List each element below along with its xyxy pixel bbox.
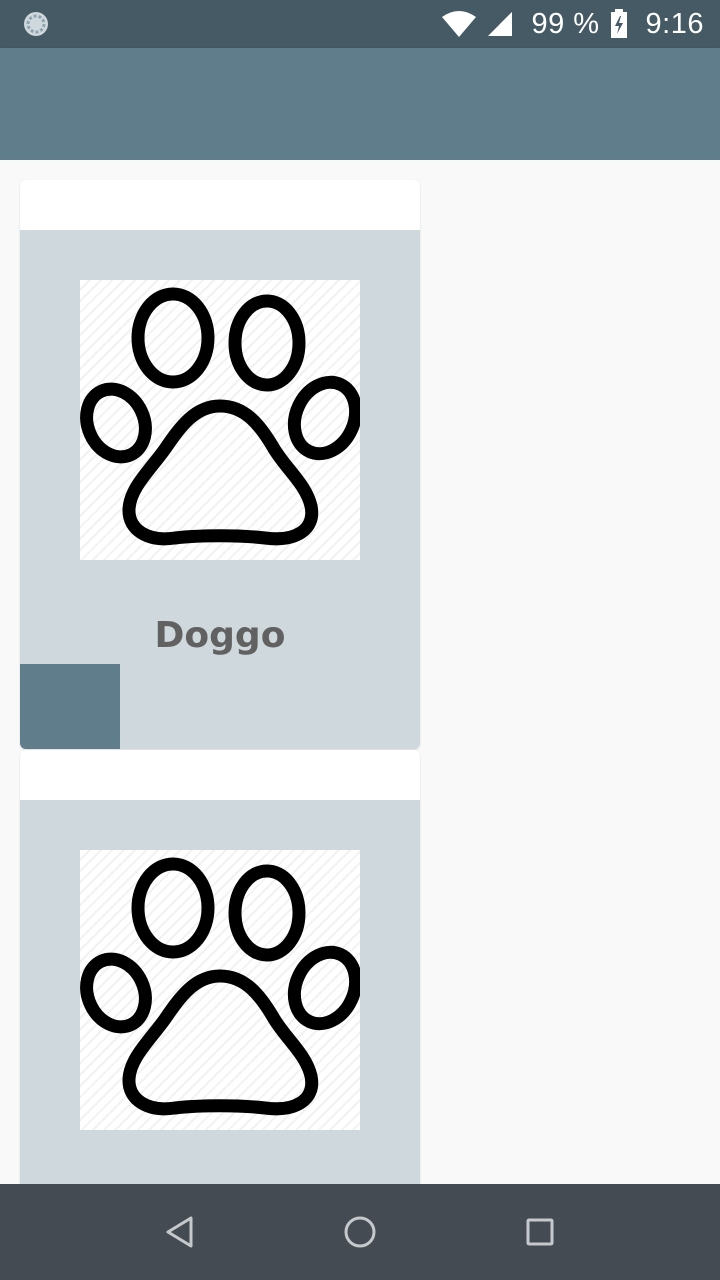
- card-image: [80, 850, 360, 1130]
- home-circle-icon: [344, 1216, 376, 1248]
- card-list[interactable]: Doggo: [0, 160, 720, 1184]
- back-button[interactable]: [160, 1212, 200, 1252]
- paw-print-icon: [80, 287, 360, 546]
- status-indicators: 99 % 9:16: [441, 0, 704, 48]
- home-button[interactable]: [340, 1212, 380, 1252]
- loading-spinner-icon: [22, 10, 50, 38]
- clock: 9:16: [645, 7, 704, 40]
- battery-percent: 99 %: [531, 7, 600, 40]
- signal-icon: [487, 11, 513, 37]
- battery-charging-icon: [610, 9, 628, 39]
- recents-square-icon: [526, 1218, 554, 1246]
- pet-card[interactable]: [20, 750, 420, 1184]
- card-header: [20, 750, 420, 800]
- card-title: Doggo: [154, 615, 286, 656]
- app-bar: [0, 48, 720, 160]
- navigation-bar: [0, 1184, 720, 1280]
- status-bar: 99 % 9:16: [0, 0, 720, 48]
- card-header: [20, 180, 420, 230]
- back-triangle-icon: [166, 1216, 193, 1248]
- pet-card[interactable]: Doggo: [20, 180, 420, 749]
- recents-button[interactable]: [520, 1212, 560, 1252]
- wifi-icon: [441, 10, 477, 38]
- paw-print-icon: [80, 857, 360, 1116]
- card-action-button[interactable]: [20, 664, 120, 749]
- card-image: [80, 280, 360, 560]
